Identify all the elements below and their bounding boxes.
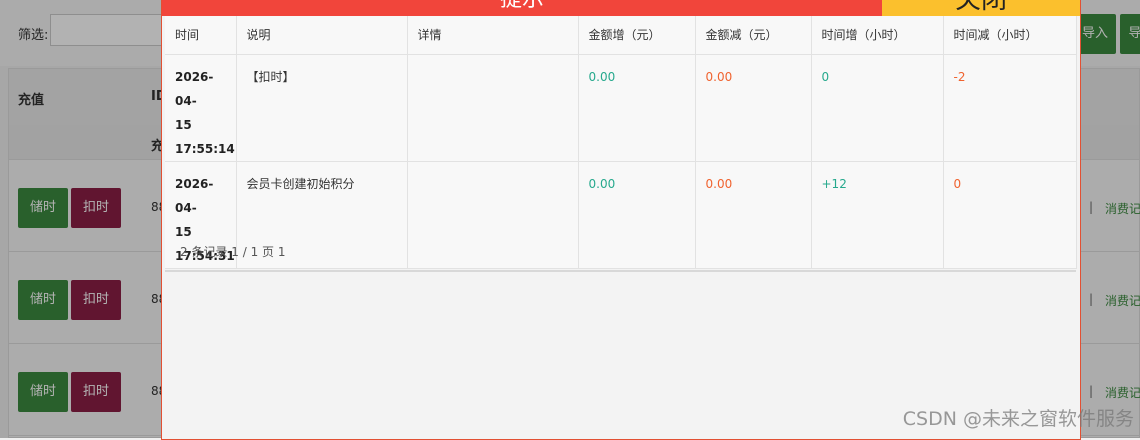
time-day: 15: [175, 117, 192, 132]
column-header-amount-decrease: 金额减（元）: [695, 16, 812, 55]
time-date: 2026-04-: [175, 176, 214, 215]
watermark: CSDN @未来之窗软件服务: [902, 408, 1134, 430]
close-button[interactable]: 关闭: [882, 0, 1080, 16]
cell-time-increase: 0: [811, 54, 944, 162]
pagination: 2 条记录 1 / 1 页 1: [165, 232, 1076, 272]
column-header-amount-increase: 金额增（元）: [578, 16, 696, 55]
cell-detail: [407, 54, 579, 162]
cell-time-decrease: -2: [943, 54, 1077, 162]
column-header-time-decrease: 时间减（小时）: [943, 16, 1077, 55]
time-clock: 17:55:14: [175, 141, 235, 156]
record-table: 时间 说明 详情 金额增（元） 金额减（元） 时间增（小时） 时间减（小时） 2…: [165, 16, 1077, 269]
column-header-time-increase: 时间增（小时）: [811, 16, 944, 55]
pagination-text: 2 条记录 1 / 1 页 1: [180, 245, 286, 259]
cell-amount-increase: 0.00: [578, 54, 696, 162]
record-table-header: 时间 说明 详情 金额增（元） 金额减（元） 时间增（小时） 时间减（小时）: [165, 16, 1077, 55]
time-date: 2026-04-: [175, 69, 214, 108]
modal-header: 提示 关闭: [162, 0, 1080, 16]
column-header-time: 时间: [165, 16, 237, 55]
cell-time: 2026-04- 15 17:55:14: [165, 54, 237, 162]
column-header-description: 说明: [236, 16, 408, 55]
table-row: 2026-04- 15 17:55:14 【扣时】 0.00 0.00 0 -2: [165, 54, 1077, 162]
modal-title: 提示: [162, 0, 882, 13]
cell-amount-decrease: 0.00: [695, 54, 812, 162]
column-header-detail: 详情: [407, 16, 579, 55]
close-button-label: 关闭: [954, 0, 1007, 15]
cell-description: 【扣时】: [236, 54, 408, 162]
record-modal: 提示 关闭 时间 说明 详情 金额增（元） 金额减（元） 时间增（小时） 时间减…: [161, 0, 1081, 440]
